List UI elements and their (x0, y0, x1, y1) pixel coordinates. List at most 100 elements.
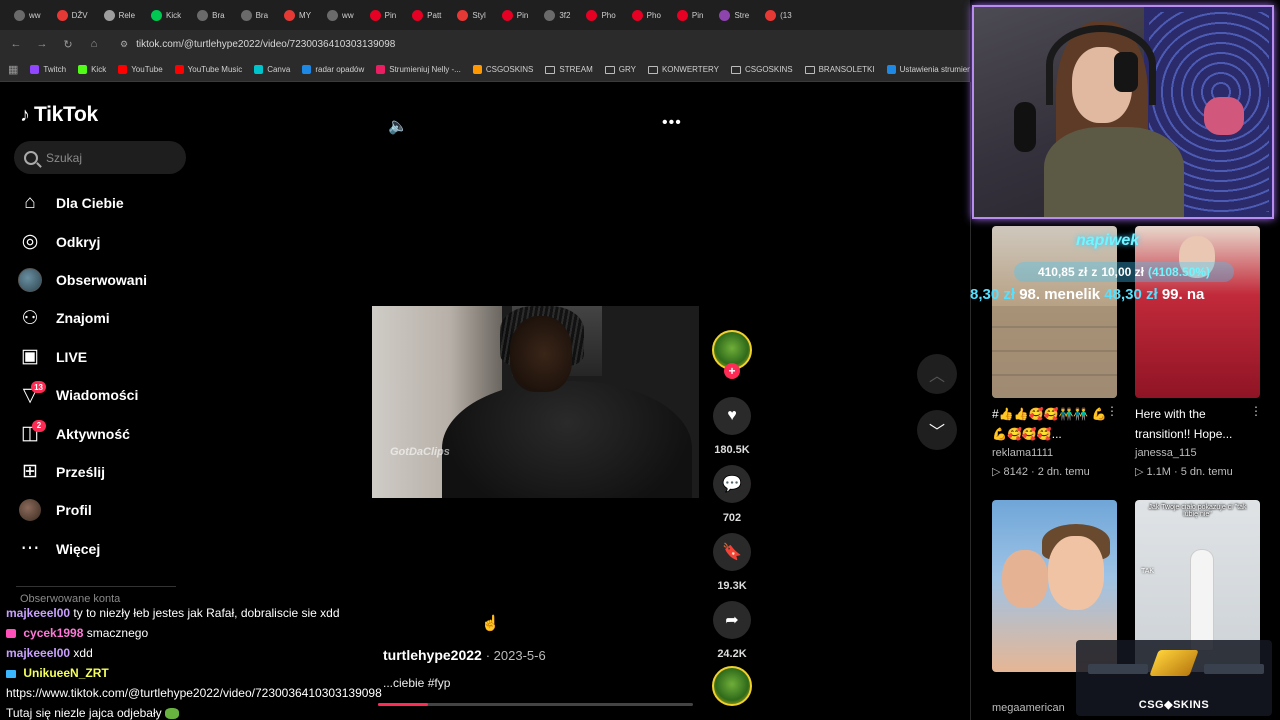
tab-label: Pin (516, 10, 529, 20)
browser-tab[interactable]: Pin (364, 4, 403, 26)
sidebar-item-label: LIVE (56, 348, 88, 365)
browser-tab[interactable]: Stre (713, 4, 755, 26)
tip-goal-bar: 410,85 zł z 10,00 zł (4108.50%) (1014, 262, 1234, 282)
previous-video-button[interactable]: ︿ (917, 354, 957, 394)
sidebar-item-prześlij[interactable]: ⊞ Prześlij (16, 453, 196, 491)
bookmark-label: CSGOSKINS (485, 65, 534, 74)
recommended-author-2[interactable]: janessa_115 (1135, 447, 1197, 459)
tab-label: Pin (691, 10, 704, 20)
sidebar-item-obserwowani[interactable]: Obserwowani (16, 261, 196, 299)
save-button[interactable]: 🔖 (713, 533, 751, 571)
browser-tab[interactable]: Kick (145, 4, 187, 26)
stream-chat: majkeeel00 ty to niezły łeb jestes jak R… (6, 603, 406, 720)
home-browser-icon[interactable]: ⌂ (88, 38, 100, 50)
tab-label: Bra (212, 10, 225, 20)
recommended-author-3[interactable]: megaamerican (992, 702, 1065, 714)
bookmark-item[interactable]: CSGOSKINS (731, 65, 793, 74)
kebab-menu-icon[interactable]: ⋮ (1106, 404, 1118, 418)
like-button[interactable]: ♥ (713, 397, 751, 435)
browser-tab[interactable]: ww (321, 4, 360, 26)
headset-icon (1046, 25, 1156, 105)
recommended-title-1[interactable]: #👍👍🥰🥰👬👬 💪💪🥰🥰🥰... (992, 404, 1110, 444)
chat-message: UnikueeN_ZRT (6, 663, 406, 683)
reload-icon[interactable]: ↻ (62, 38, 74, 51)
site-info-icon[interactable]: ⚙ (120, 39, 128, 50)
sidebar-item-znajomi[interactable]: ⚇ Znajomi (16, 299, 196, 337)
search-box[interactable] (14, 141, 186, 174)
sidebar-item-wiadomości[interactable]: ▽ 13 Wiadomości (16, 376, 196, 414)
bookmark-item[interactable]: Ustawienia strumien... (886, 65, 970, 74)
tiktok-note-icon: ♪ (20, 103, 30, 126)
folder-icon (647, 65, 658, 74)
search-input[interactable] (46, 150, 176, 165)
apps-grid-icon[interactable]: ▦ (8, 63, 18, 76)
sidebar-item-label: Wiadomości (56, 387, 139, 404)
bookmark-label: BRANSOLETKI (818, 65, 875, 74)
bookmark-item[interactable]: BRANSOLETKI (804, 65, 875, 74)
browser-tab[interactable]: 3f2 (538, 4, 576, 26)
sidebar-item-odkryj[interactable]: ◎ Odkryj (16, 222, 196, 260)
thumb-overlay-text: Jak Twoje ciało pokazuje ci "tak lubię n… (1148, 504, 1247, 518)
activity-icon: ◫ 2 (16, 419, 46, 448)
kebab-menu-icon[interactable]: ⋮ (1250, 404, 1262, 418)
bookmark-item[interactable]: Kick (78, 65, 106, 74)
ticker-name-2: 99. na (1161, 286, 1205, 303)
knife-icon (1149, 650, 1199, 676)
sidebar-item-więcej[interactable]: ⋯ Więcej (16, 530, 196, 568)
bookmark-favicon-icon (886, 65, 896, 74)
volume-icon[interactable]: 🔈 (388, 116, 408, 136)
bookmark-item[interactable]: GRY (604, 65, 636, 74)
next-video-button[interactable]: ﹀ (917, 410, 957, 450)
recommended-title-2[interactable]: Here with the transition!! Hope... (1135, 404, 1253, 444)
chat-message: cycek1998 smacznego (6, 623, 406, 643)
more-options-icon[interactable]: ••• (662, 114, 682, 132)
tiktok-logo[interactable]: ♪ TikTok (20, 103, 98, 127)
bookmark-item[interactable]: Twitch (30, 65, 66, 74)
tab-favicon-icon (369, 9, 381, 21)
browser-tab[interactable]: MY (278, 4, 317, 26)
pepe-emote-icon (164, 708, 179, 719)
browser-tab[interactable]: Patt (406, 4, 447, 26)
bookmark-item[interactable]: YouTube Music (174, 65, 242, 74)
bookmark-item[interactable]: Canva (254, 65, 290, 74)
browser-tab[interactable]: Bra (191, 4, 230, 26)
browser-tab[interactable]: Styl (451, 4, 491, 26)
comment-button[interactable]: 💬 (713, 465, 751, 503)
tv-badge-icon (6, 670, 16, 678)
browser-tab[interactable]: (13 (759, 4, 798, 26)
sidebar-item-profil[interactable]: Profil (16, 491, 196, 529)
follow-plus-button[interactable]: + (724, 363, 740, 379)
video-progress-bar[interactable] (378, 703, 693, 706)
url-field[interactable]: ⚙ tiktok.com/@turtlehype2022/video/72300… (120, 39, 395, 50)
recommended-video-thumbnail-2[interactable] (1135, 226, 1260, 398)
browser-tab[interactable]: DŽV (51, 4, 94, 26)
sidebar-item-live[interactable]: ▣ LIVE (16, 338, 196, 376)
recommended-video-thumbnail-1[interactable] (992, 226, 1117, 398)
browser-tab[interactable]: Pin (496, 4, 535, 26)
share-button[interactable]: ➦ (713, 601, 751, 639)
browser-tab[interactable]: Bra (235, 4, 274, 26)
browser-tab[interactable]: Rele (98, 4, 141, 26)
bookmark-item[interactable]: STREAM (545, 65, 593, 74)
browser-tab[interactable]: Pho (580, 4, 621, 26)
tab-favicon-icon (412, 9, 424, 21)
browser-tab[interactable]: Pin (671, 4, 710, 26)
bookmark-label: Twitch (43, 65, 67, 74)
sidebar-item-dla-ciebie[interactable]: ⌂ Dla Ciebie (16, 184, 196, 222)
music-disc-avatar[interactable] (712, 666, 752, 706)
sidebar-item-aktywność[interactable]: ◫ 2 Aktywność (16, 414, 196, 452)
chat-message: majkeeel00 xdd (6, 643, 406, 663)
bookmark-item[interactable]: YouTube (118, 65, 163, 74)
video-player[interactable]: GotDaClips (372, 306, 699, 498)
panel-divider (970, 82, 971, 720)
rifle-icon (1088, 664, 1148, 674)
bookmark-item[interactable]: Strumieniuj Nelly -... (376, 65, 461, 74)
bookmark-item[interactable]: KONWERTERY (647, 65, 719, 74)
recommended-author-1[interactable]: reklama1111 (992, 447, 1053, 459)
forward-icon[interactable]: → (36, 38, 48, 50)
bookmark-item[interactable]: CSGOSKINS (472, 65, 534, 74)
bookmark-item[interactable]: radar opadów (302, 65, 364, 74)
back-icon[interactable]: ← (10, 38, 22, 50)
browser-tab[interactable]: Pho (626, 4, 667, 26)
browser-tab[interactable]: ww (8, 4, 47, 26)
